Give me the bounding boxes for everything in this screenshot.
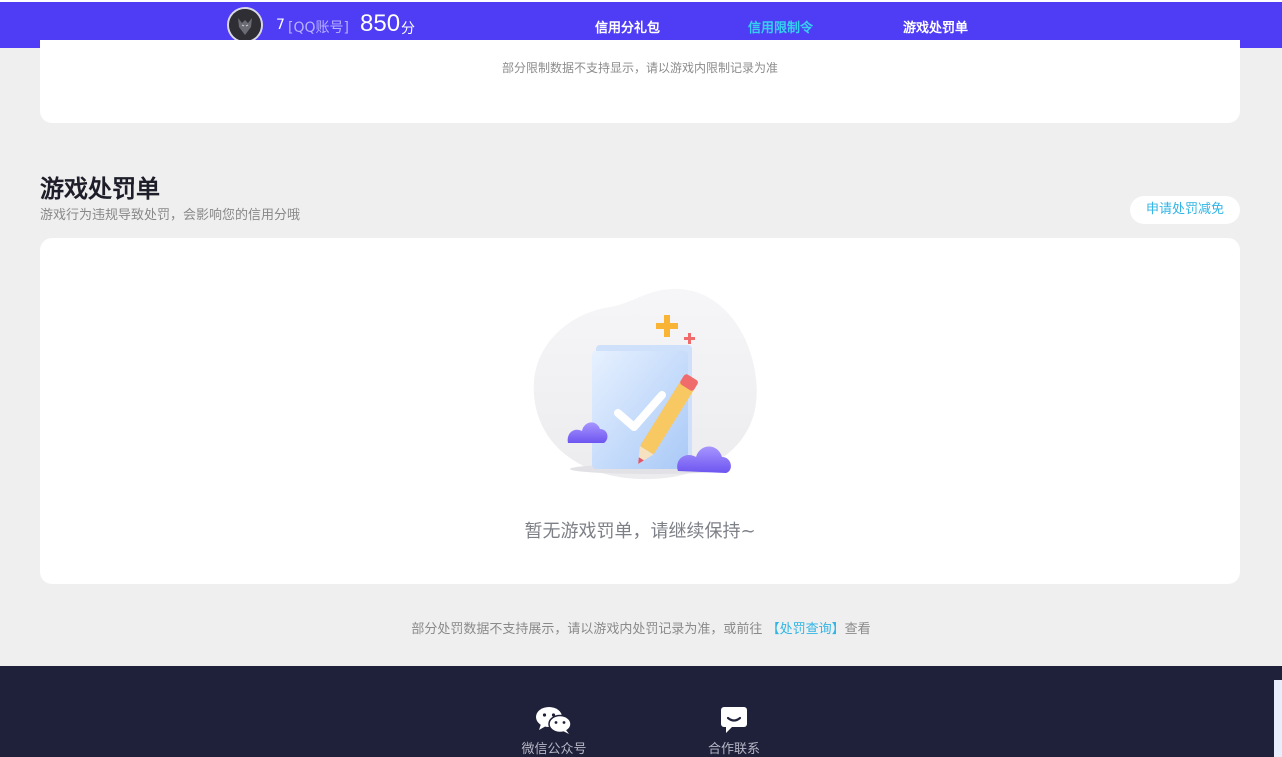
account-type-label: [QQ账号] [288, 20, 349, 36]
nav-tab-game-penalty[interactable]: 游戏处罚单 [903, 17, 968, 36]
wolf-avatar-icon [229, 9, 261, 41]
empty-state-message: 暂无游戏罚单，请继续保持~ [524, 521, 756, 542]
avatar[interactable] [227, 7, 263, 43]
restriction-card: 部分限制数据不支持显示，请以游戏内限制记录为准 [40, 40, 1240, 123]
nav-tab-credit-gift[interactable]: 信用分礼包 [595, 17, 660, 36]
footer-label-wechat: 微信公众号 [521, 742, 587, 757]
penalty-note-prefix: 部分处罚数据不支持展示，请以游戏内处罚记录为准，或前往 [411, 622, 763, 637]
penalty-query-link[interactable]: 【处罚查询】 [767, 622, 845, 637]
footer-item-contact[interactable]: 合作联系 [684, 706, 784, 757]
penalty-card: 暂无游戏罚单，请继续保持~ [40, 238, 1240, 584]
credit-score-unit: 分 [401, 21, 415, 37]
credit-score: 850 [360, 10, 401, 37]
footer-label-contact: 合作联系 [707, 742, 760, 757]
penalty-note-suffix: 查看 [844, 622, 871, 637]
footer: 微信公众号 合作联系 [0, 666, 1282, 757]
empty-state-illustration [533, 288, 757, 480]
footer-item-wechat[interactable]: 微信公众号 [504, 706, 604, 757]
side-floating-tab[interactable] [1274, 680, 1282, 757]
chat-bubble-icon [721, 707, 747, 733]
wechat-icon [536, 707, 572, 734]
penalty-note: 部分处罚数据不支持展示，请以游戏内处罚记录为准，或前往 【处罚查询】查看 [0, 618, 1282, 637]
apply-penalty-relief-button[interactable]: 申请处罚减免 [1130, 196, 1240, 224]
user-name: 7 [276, 17, 285, 33]
section-title: 游戏处罚单 [40, 175, 160, 203]
restriction-note: 部分限制数据不支持显示，请以游戏内限制记录为准 [501, 61, 778, 75]
section-subtitle: 游戏行为违规导致处罚，会影响您的信用分哦 [40, 208, 301, 223]
nav-tab-credit-restriction[interactable]: 信用限制令 [748, 17, 813, 36]
